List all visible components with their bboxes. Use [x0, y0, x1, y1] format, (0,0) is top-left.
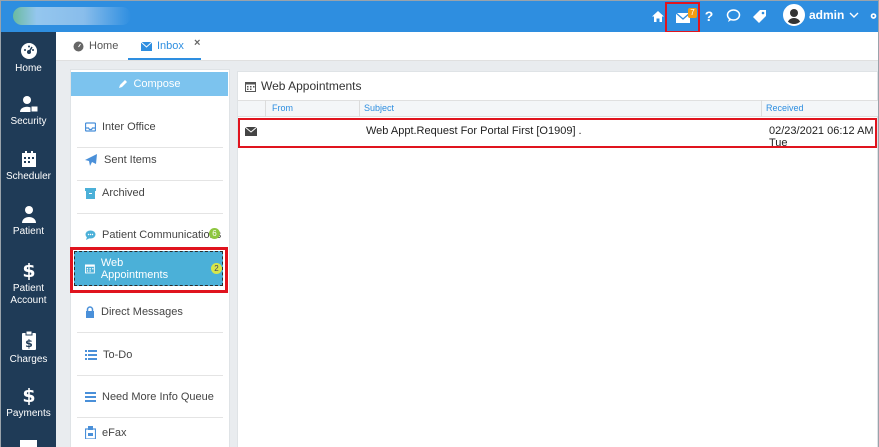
envelope-icon	[245, 127, 257, 136]
dollar-icon: $	[22, 260, 35, 280]
column-divider	[359, 100, 360, 117]
nav-label: Charges	[9, 354, 48, 365]
mail-icon	[141, 41, 152, 51]
user-name: admin	[809, 8, 845, 22]
folder-to-do[interactable]: To-Do	[71, 334, 225, 376]
nav-label: Security	[10, 116, 47, 127]
list-icon	[85, 350, 97, 360]
avatar	[783, 4, 805, 26]
column-divider	[761, 100, 762, 117]
notification-mail-button[interactable]: 7	[665, 2, 700, 33]
nav-label: Home	[15, 63, 42, 74]
folder-efax[interactable]: eFax	[71, 417, 225, 447]
fax-icon	[85, 426, 96, 439]
calendar-icon	[85, 264, 95, 274]
tag-icon[interactable]	[751, 6, 767, 26]
folder-label: Need More Info Queue	[102, 391, 214, 403]
nav-label: Scheduler	[5, 171, 52, 182]
row-subject: Web Appt.Request For Portal First [O1909…	[366, 125, 582, 137]
gear-icon[interactable]	[869, 6, 878, 26]
tab-inbox[interactable]: Inbox	[141, 40, 184, 52]
comment-icon	[85, 230, 96, 240]
svg-text:$: $	[22, 260, 35, 280]
svg-text:$: $	[22, 385, 35, 405]
list-title-text: Web Appointments	[261, 79, 362, 93]
unread-badge: 6	[209, 228, 220, 239]
column-header-subject[interactable]: Subject	[364, 103, 394, 113]
dollar-icon: $	[22, 385, 35, 405]
unread-badge: 2	[211, 263, 222, 274]
user-menu[interactable]: admin	[783, 4, 859, 26]
chevron-down-icon	[849, 12, 859, 18]
nav-scheduler[interactable]: Scheduler	[1, 150, 56, 183]
tab-label: Home	[89, 40, 119, 52]
folder-label: Archived	[102, 187, 145, 199]
compose-label: Compose	[133, 78, 181, 90]
clipboard-dollar-icon: $	[21, 331, 36, 350]
row-received: 02/23/2021 06:12 AM Tue	[769, 125, 874, 149]
help-icon[interactable]: ?	[704, 6, 714, 26]
nav-payments[interactable]: $ Payments	[1, 385, 56, 420]
dashboard-icon	[73, 41, 84, 51]
folder-archived[interactable]: Archived	[71, 172, 225, 214]
folder-label: Sent Items	[104, 154, 157, 166]
nav-patient-account[interactable]: $ Patient Account	[1, 260, 56, 307]
nav-patient[interactable]: Patient	[1, 205, 56, 238]
dashboard-icon	[20, 43, 37, 59]
compose-button[interactable]: Compose	[71, 72, 228, 96]
folder-label: eFax	[102, 426, 127, 439]
top-bar: 7 ? admin	[1, 1, 878, 33]
notification-count-badge: 7	[688, 8, 697, 18]
tab-label: Inbox	[157, 40, 184, 52]
svg-text:$: $	[25, 337, 33, 350]
tab-active-indicator	[128, 58, 201, 60]
nav-charges[interactable]: $ Charges	[1, 331, 56, 366]
home-icon[interactable]	[651, 6, 665, 26]
left-nav: Home Security Scheduler Patient $ Patien…	[1, 32, 56, 447]
tab-bar: Home Inbox ×	[56, 32, 878, 61]
nav-more-icon	[20, 440, 37, 447]
folder-label: To-Do	[103, 349, 133, 361]
column-header-received[interactable]: Received	[766, 103, 804, 113]
nav-label: Payments	[6, 408, 51, 419]
person-icon	[21, 206, 36, 223]
folder-web-appointments[interactable]: Web Appointments 2	[74, 251, 223, 286]
nav-security[interactable]: Security	[1, 95, 56, 128]
archive-icon	[85, 187, 96, 199]
list-title: Web Appointments	[245, 79, 362, 93]
nav-label: Patient	[12, 283, 45, 294]
lock-icon	[86, 306, 94, 318]
folder-label: Patient Communications	[102, 229, 222, 241]
nav-label-2: Account	[10, 295, 47, 306]
paper-plane-icon	[85, 154, 97, 166]
bars-icon	[85, 392, 96, 402]
column-divider	[265, 100, 266, 117]
folder-label: Inter Office	[102, 121, 156, 133]
column-header-from[interactable]: From	[272, 103, 293, 113]
calendar-icon	[245, 81, 256, 92]
tab-home[interactable]: Home	[73, 40, 118, 52]
folder-need-more-info[interactable]: Need More Info Queue	[71, 376, 225, 418]
calendar-icon	[21, 151, 36, 167]
folder-label: Web Appointments	[100, 256, 169, 281]
app-logo	[13, 7, 131, 25]
chat-icon[interactable]	[725, 6, 741, 26]
nav-home[interactable]: Home	[1, 42, 56, 75]
user-lock-icon	[19, 96, 38, 113]
folder-direct-messages[interactable]: Direct Messages	[71, 291, 225, 333]
inbox-icon	[85, 122, 96, 132]
folder-label: Direct Messages	[101, 306, 183, 318]
close-icon[interactable]: ×	[194, 37, 200, 49]
pencil-icon	[119, 80, 128, 88]
nav-label: Patient	[12, 226, 45, 237]
